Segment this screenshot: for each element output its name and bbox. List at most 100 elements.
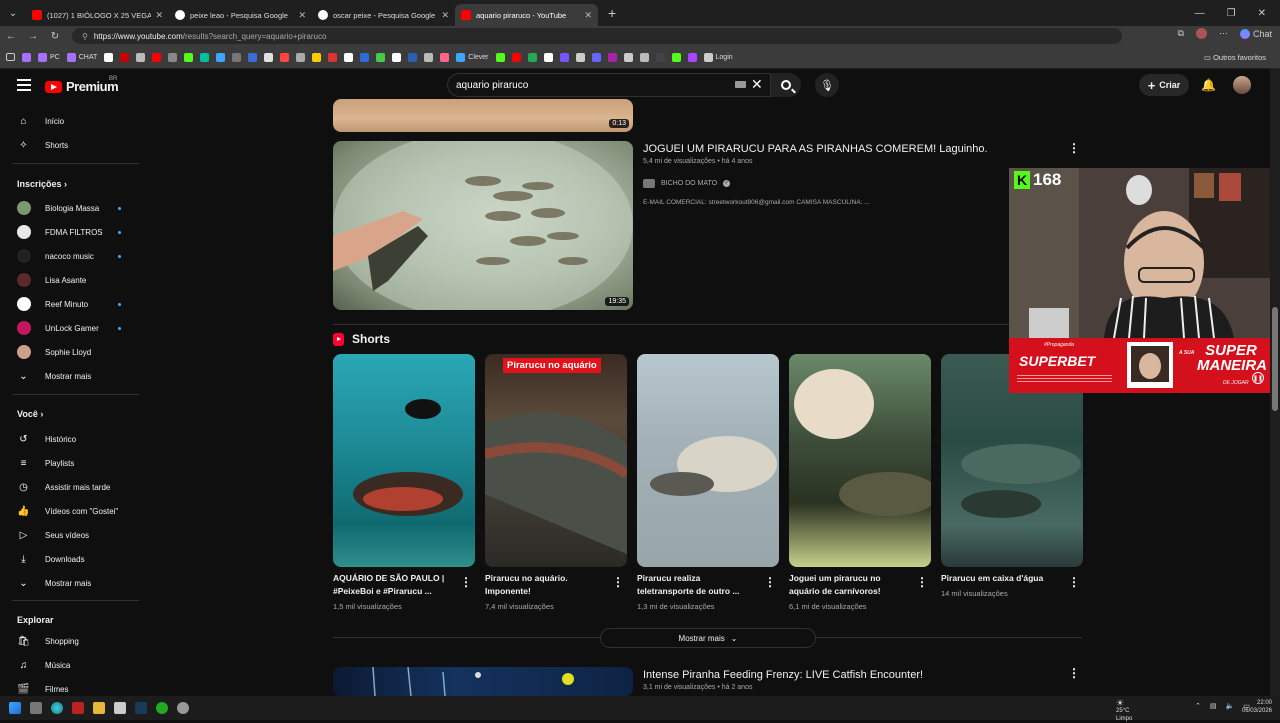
browser-tab[interactable]: peixe leao - Pesquisa Google ✕	[169, 4, 312, 26]
forward-icon[interactable]: →	[22, 31, 44, 42]
short-thumbnail[interactable]	[637, 354, 779, 567]
sidebar-item-explore[interactable]: ♫ Música	[17, 657, 137, 673]
sidebar-subscription[interactable]: Biologia Massa	[17, 200, 137, 216]
bookmark-item[interactable]	[511, 52, 521, 62]
scrollbar-thumb[interactable]	[1272, 307, 1278, 411]
subscriptions-heading[interactable]: Inscrições ›	[17, 179, 67, 189]
video-thumbnail-top[interactable]: 0:13	[333, 99, 633, 132]
bookmark-item[interactable]: PC	[38, 52, 60, 62]
bookmark-item[interactable]	[104, 52, 114, 62]
bookmark-item[interactable]	[312, 52, 322, 62]
bookmark-item[interactable]	[591, 52, 601, 62]
settings-gear-icon[interactable]	[177, 702, 189, 714]
short-more-options-icon[interactable]: ⋮	[612, 575, 624, 589]
sidebar-item-shorts[interactable]: ✧ Shorts	[17, 137, 137, 153]
bookmark-item[interactable]	[424, 52, 434, 62]
bookmark-item[interactable]	[623, 52, 633, 62]
you-show-more[interactable]: ⌄ Mostrar mais	[17, 575, 137, 591]
video-title[interactable]: JOGUEI UM PIRARUCU PARA AS PIRANHAS COME…	[643, 143, 988, 155]
bookmark-item[interactable]	[248, 52, 258, 62]
tab-list-chevron-icon[interactable]: ⌄	[0, 0, 26, 26]
bookmark-item[interactable]	[639, 52, 649, 62]
new-tab-button[interactable]: +	[608, 5, 616, 21]
browser-tab[interactable]: oscar peixe - Pesquisa Google ✕	[312, 4, 455, 26]
short-more-options-icon[interactable]: ⋮	[460, 575, 472, 589]
bookmark-item[interactable]	[527, 52, 537, 62]
video-thumbnail[interactable]: 19:35	[333, 141, 633, 310]
bookmark-item[interactable]	[168, 52, 178, 62]
other-bookmarks[interactable]: ▭ Outros favoritos	[1204, 53, 1266, 62]
system-clock[interactable]: 22:00 06/03/2026	[1242, 699, 1272, 715]
video-more-options-icon[interactable]: ⋮	[1068, 141, 1080, 155]
channel-info[interactable]: BICHO DO MATO ✓	[643, 179, 731, 188]
short-more-options-icon[interactable]: ⋮	[764, 575, 776, 589]
bookmark-item[interactable]	[22, 52, 31, 62]
bookmark-item[interactable]	[200, 52, 210, 62]
bookmark-item[interactable]	[328, 52, 338, 62]
close-tab-icon[interactable]: ✕	[155, 10, 163, 21]
network-icon[interactable]: ▤	[1210, 702, 1217, 710]
bookmark-item[interactable]	[543, 52, 553, 62]
bookmark-item[interactable]	[152, 52, 162, 62]
bookmark-item[interactable]	[671, 52, 681, 62]
short-thumbnail[interactable]	[789, 354, 931, 567]
bookmark-item[interactable]	[575, 52, 585, 62]
bookmark-item[interactable]: CHAT	[66, 52, 97, 62]
short-title[interactable]: Joguei um pirarucu no aquário de carnívor…	[789, 572, 911, 598]
profile-icon[interactable]	[1195, 28, 1207, 39]
browser-tab[interactable]: aquario piraruco - YouTube ✕	[455, 4, 598, 26]
sidebar-item-explore[interactable]: 🛍 Shopping	[17, 633, 137, 649]
steam-icon[interactable]	[135, 702, 147, 714]
reading-list-icon[interactable]	[6, 53, 15, 61]
bookmark-item[interactable]	[392, 52, 402, 62]
task-view-icon[interactable]	[30, 702, 42, 714]
bookmark-item[interactable]: Clever	[456, 52, 489, 62]
sidebar-subscription[interactable]: Reef Minuto	[17, 296, 137, 312]
chat-button[interactable]: Chat	[1239, 28, 1272, 39]
short-thumbnail[interactable]	[333, 354, 475, 567]
bookmark-item[interactable]	[408, 52, 418, 62]
store-icon[interactable]	[114, 702, 126, 714]
you-heading[interactable]: Você ›	[17, 409, 43, 419]
more-menu-icon[interactable]: ⋯	[1219, 28, 1228, 39]
bookmark-item[interactable]	[376, 52, 386, 62]
sidebar-subscription[interactable]: nacoco music	[17, 248, 137, 264]
minimize-icon[interactable]: —	[1195, 8, 1205, 19]
extensions-icon[interactable]: ⧉	[1178, 28, 1184, 39]
bookmark-item[interactable]	[607, 52, 617, 62]
hamburger-menu-icon[interactable]	[17, 79, 31, 91]
close-tab-icon[interactable]: ✕	[298, 10, 306, 21]
bookmark-item[interactable]	[136, 52, 146, 62]
short-title[interactable]: Pirarucu em caixa d'água	[941, 572, 1063, 585]
create-button[interactable]: + Criar	[1139, 74, 1189, 96]
short-title[interactable]: Pirarucu no aquário. Imponente!	[485, 572, 607, 598]
file-explorer-icon[interactable]	[93, 702, 105, 714]
show-more-shorts-button[interactable]: Mostrar mais ⌄	[600, 628, 816, 648]
short-title[interactable]: Pirarucu realiza teletransporte de outro …	[637, 572, 759, 598]
bookmark-item[interactable]: Login	[703, 52, 733, 62]
bookmark-item[interactable]	[440, 52, 450, 62]
clear-search-icon[interactable]: ✕	[751, 76, 763, 93]
bookmark-item[interactable]	[687, 52, 697, 62]
notifications-bell-icon[interactable]: 🔔	[1201, 78, 1216, 92]
page-scrollbar[interactable]	[1270, 69, 1280, 696]
maximize-icon[interactable]: ❐	[1227, 8, 1236, 19]
account-avatar[interactable]	[1233, 76, 1251, 94]
video-title[interactable]: Intense Piranha Feeding Frenzy: LIVE Cat…	[643, 669, 923, 681]
sidebar-item-incio[interactable]: ⌂ Início	[17, 113, 137, 129]
bookmark-item[interactable]	[559, 52, 569, 62]
bookmark-item[interactable]	[264, 52, 274, 62]
bookmark-item[interactable]	[184, 52, 194, 62]
weather-widget[interactable]: ☀ 25°C Limpo	[1116, 699, 1132, 723]
bookmark-item[interactable]	[120, 52, 130, 62]
bookmark-item[interactable]	[280, 52, 290, 62]
short-more-options-icon[interactable]: ⋮	[916, 575, 928, 589]
sidebar-subscription[interactable]: Sophie Lloyd	[17, 344, 137, 360]
back-icon[interactable]: ←	[0, 31, 22, 42]
sidebar-item-you[interactable]: ◷ Assistir mais tarde	[17, 479, 137, 495]
video-more-options-icon[interactable]: ⋮	[1068, 666, 1080, 680]
volume-icon[interactable]: 🔈	[1226, 702, 1235, 710]
close-window-icon[interactable]: ✕	[1258, 8, 1266, 19]
windows-start-icon[interactable]	[9, 702, 21, 714]
video-thumbnail[interactable]	[333, 667, 633, 696]
